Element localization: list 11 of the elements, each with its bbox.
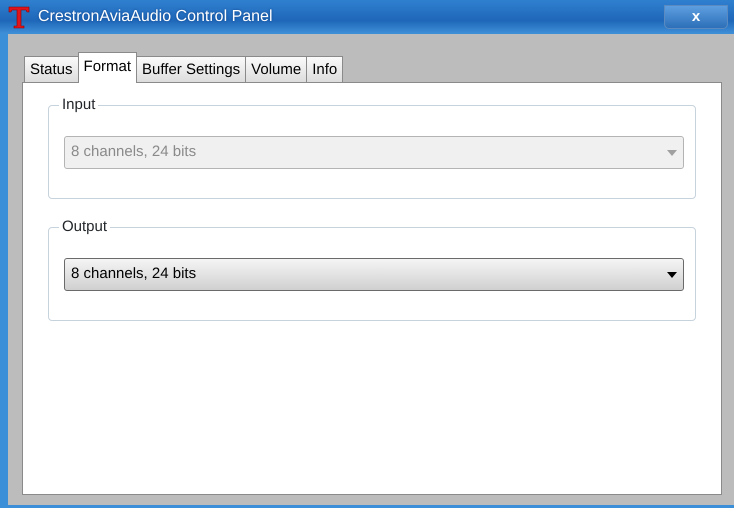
- tab[interactable]: Status: [24, 56, 79, 82]
- close-button[interactable]: x: [664, 5, 728, 29]
- tab[interactable]: Volume: [245, 56, 308, 82]
- caret-icon: [667, 272, 677, 278]
- tab[interactable]: Buffer Settings: [136, 56, 246, 82]
- app-logo-icon: [8, 5, 30, 29]
- tab[interactable]: Format: [78, 52, 138, 83]
- dropdown[interactable]: 8 channels, 24 bits: [64, 258, 684, 291]
- caret-icon: [667, 150, 677, 156]
- window-title: CrestronAviaAudio Control Panel: [38, 7, 272, 27]
- tab[interactable]: Info: [306, 56, 344, 82]
